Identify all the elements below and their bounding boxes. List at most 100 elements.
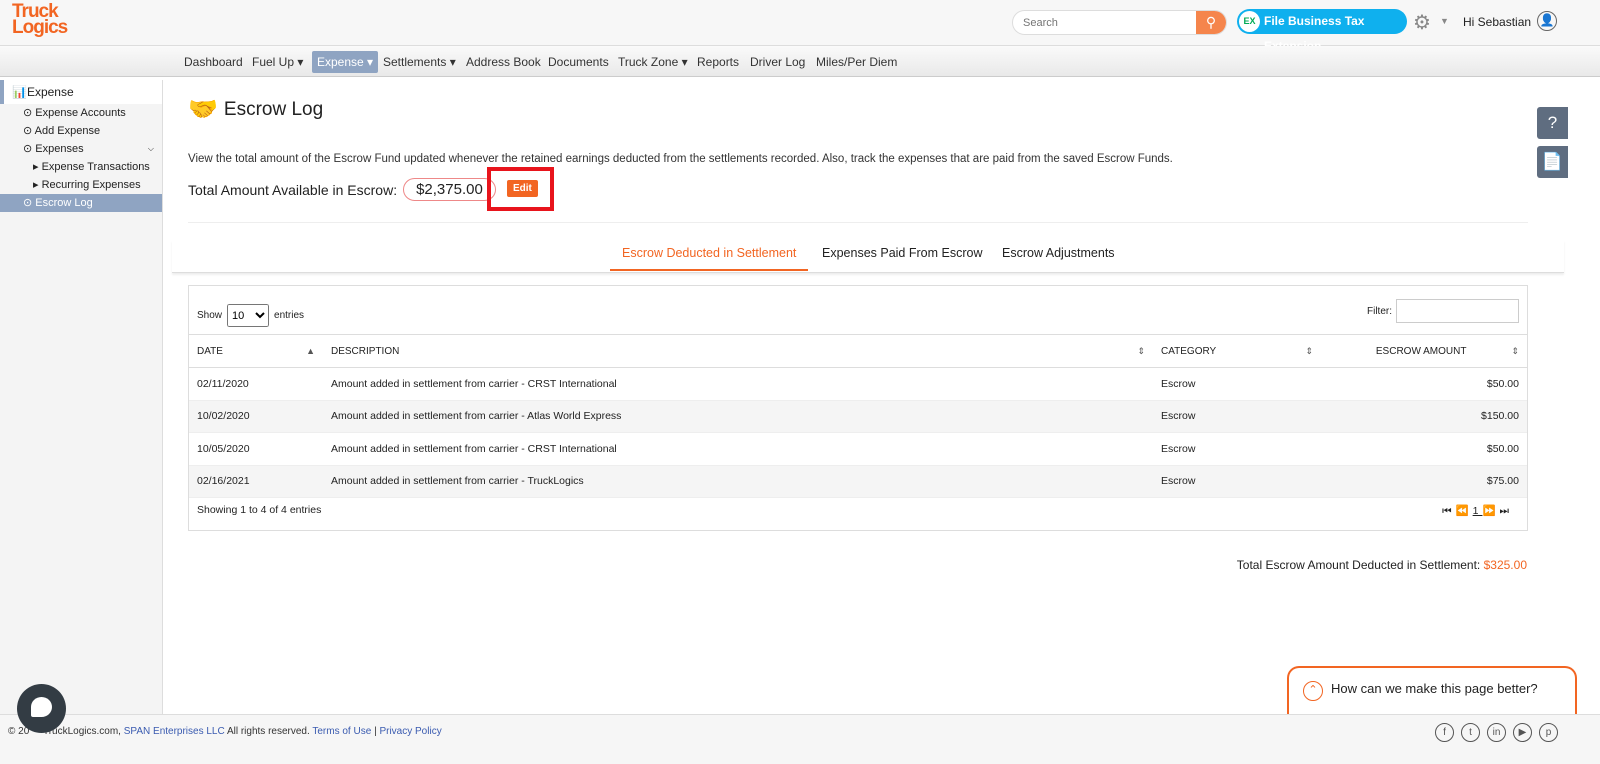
nav-truck-zone[interactable]: Truck Zone ▾ — [613, 51, 693, 73]
escrow-total: Total Amount Available in Escrow: $2,375.… — [188, 178, 496, 201]
nav-reports[interactable]: Reports — [692, 51, 744, 73]
table-row: 10/05/2020 Amount added in settlement fro… — [189, 433, 1527, 465]
nav-expense[interactable]: Expense ▾ — [312, 51, 379, 73]
chart-icon: 📊 — [12, 85, 27, 99]
help-icon[interactable]: ? — [1537, 107, 1568, 139]
nav-settlements[interactable]: Settlements ▾ — [378, 51, 461, 73]
sort-asc-icon: ▲ — [306, 345, 315, 356]
expressextension-icon: EX — [1239, 11, 1260, 32]
sidebar-item-expense-transactions[interactable]: ▸ Expense Transactions — [0, 158, 162, 176]
logo[interactable]: Truck Logics — [12, 2, 68, 37]
column-category[interactable]: CATEGORY ⇕ — [1153, 334, 1321, 368]
entries-select[interactable]: 10 — [227, 304, 270, 327]
footer: © 20 TruckLogics.com, SPAN Enterprises L… — [0, 714, 1600, 764]
gear-icon[interactable]: ⚙ — [1413, 10, 1431, 35]
total-deducted: Total Escrow Amount Deducted in Settleme… — [1236, 558, 1527, 572]
amount-cell: $50.00 — [1486, 442, 1519, 455]
main-nav: Dashboard Fuel Up ▾ Expense ▾ Settlement… — [0, 46, 1600, 77]
description-cell: Amount added in settlement from carrier … — [323, 400, 1153, 433]
table-info: Showing 1 to 4 of 4 entries — [197, 504, 322, 516]
sidebar-item-expenses[interactable]: ⊙ Expenses ⌵ — [0, 140, 162, 158]
column-description[interactable]: DESCRIPTION ⇕ — [323, 334, 1153, 368]
user-avatar-icon[interactable]: 👤 — [1537, 11, 1557, 31]
sort-icon: ⇕ — [1305, 345, 1313, 356]
escrow-table-panel: Show 10 entries Filter: DATE ▲ DESCRIPTION ⇕… — [188, 285, 1528, 531]
copyright: © 20 TruckLogics.com, SPAN Enterprises L… — [8, 726, 442, 737]
amount-cell: $75.00 — [1321, 465, 1527, 498]
amount-cell: $150.00 — [1321, 400, 1527, 433]
description-cell: Amount added in settlement from carrier … — [323, 465, 1153, 498]
sort-icon: ⇕ — [1511, 345, 1519, 356]
date-cell: 10/02/2020 — [189, 400, 323, 433]
table-row: 02/16/2021 Amount added in settlement fro… — [189, 465, 1527, 498]
terms-link[interactable]: Terms of Use — [312, 726, 371, 737]
amount-cell: $50.00 — [1486, 377, 1519, 390]
search-icon[interactable]: ⚲ — [1196, 11, 1226, 34]
nav-documents[interactable]: Documents — [543, 51, 614, 73]
facebook-icon[interactable]: f — [1435, 723, 1454, 742]
top-bar: TruckLogics ⚲ EXFile Business Tax Extens… — [0, 0, 1600, 53]
tabs: Escrow Deducted in Settlement Expenses P… — [172, 240, 1564, 273]
pagination: ⏮⏪1⏩⏭ — [1442, 504, 1513, 518]
first-page-icon[interactable]: ⏮ — [1442, 505, 1455, 517]
youtube-icon[interactable]: ▶ — [1513, 723, 1532, 742]
company-link[interactable]: SPAN Enterprises LLC — [124, 726, 225, 737]
page-title: 🤝 Escrow Log — [188, 96, 324, 123]
last-page-icon[interactable]: ⏭ — [1500, 505, 1513, 517]
edit-button[interactable]: Edit — [507, 180, 538, 197]
category-cell: Escrow — [1161, 377, 1196, 390]
document-history-icon[interactable]: 📄 — [1537, 146, 1568, 178]
chat-icon[interactable] — [17, 684, 66, 733]
chevron-down-icon: ⌵ — [147, 144, 154, 153]
escrow-handshake-icon: 🤝 — [188, 96, 218, 123]
description-cell: Amount added in settlement from carrier … — [331, 377, 617, 390]
sidebar-item-recurring-expenses[interactable]: ▸ Recurring Expenses — [0, 176, 162, 194]
page-description: View the total amount of the Escrow Fund… — [188, 153, 1173, 165]
column-escrow-amount[interactable]: ESCROW AMOUNT ⇕ — [1321, 334, 1527, 368]
chevron-up-icon: ⌃ — [1303, 681, 1323, 701]
date-cell: 02/11/2020 — [197, 377, 249, 390]
description-cell: Amount added in settlement from carrier … — [331, 442, 617, 455]
sort-icon: ⇕ — [1137, 345, 1145, 356]
sidebar-item-expense-accounts[interactable]: ⊙ Expense Accounts — [0, 104, 162, 122]
nav-dashboard[interactable]: Dashboard — [179, 51, 248, 73]
category-cell: Escrow — [1153, 465, 1321, 498]
table-row: 10/02/2020 Amount added in settlement fro… — [189, 400, 1527, 433]
tab-escrow-adjustments[interactable]: Escrow Adjustments — [1002, 246, 1115, 269]
twitter-icon[interactable]: t — [1461, 723, 1480, 742]
nav-fuel-up[interactable]: Fuel Up ▾ — [247, 51, 308, 73]
sidebar-item-escrow-log[interactable]: ⊙ Escrow Log — [0, 194, 162, 212]
date-cell: 10/05/2020 — [197, 442, 250, 455]
escrow-total-value: $2,375.00 — [403, 178, 496, 201]
sidebar-header[interactable]: 📊Expense — [0, 80, 162, 104]
privacy-link[interactable]: Privacy Policy — [379, 726, 441, 737]
feedback-widget[interactable]: ⌃ How can we make this page better? — [1287, 666, 1577, 714]
file-tax-extension-button[interactable]: EXFile Business Tax Extension — [1237, 9, 1407, 53]
nav-driver-log[interactable]: Driver Log — [745, 51, 810, 73]
prev-page-icon[interactable]: ⏪ — [1456, 505, 1473, 517]
user-greeting[interactable]: Hi Sebastian — [1463, 15, 1531, 29]
divider — [188, 222, 1528, 223]
entries-length: Show 10 entries — [197, 304, 304, 327]
sidebar: 📊Expense ⊙ Expense Accounts ⊙ Add Expens… — [0, 80, 163, 714]
filter-input[interactable] — [1396, 299, 1519, 323]
next-page-icon[interactable]: ⏩ — [1482, 505, 1499, 517]
category-cell: Escrow — [1153, 400, 1321, 433]
tab-expenses-paid[interactable]: Expenses Paid From Escrow — [822, 246, 982, 269]
nav-address-book[interactable]: Address Book — [461, 51, 546, 73]
caret-down-icon[interactable]: ▼ — [1440, 16, 1449, 26]
tab-escrow-deducted[interactable]: Escrow Deducted in Settlement — [610, 246, 809, 271]
table-row: 02/11/2020 Amount added in settlement fro… — [189, 368, 1527, 400]
filter: Filter: — [1367, 299, 1519, 323]
category-cell: Escrow — [1161, 442, 1196, 455]
date-cell: 02/16/2021 — [189, 465, 323, 498]
page-number[interactable]: 1 — [1473, 505, 1483, 517]
nav-miles-per-diem[interactable]: Miles/Per Diem — [811, 51, 902, 73]
linkedin-icon[interactable]: in — [1487, 723, 1506, 742]
search-box: ⚲ — [1012, 10, 1227, 35]
sidebar-item-add-expense[interactable]: ⊙ Add Expense — [0, 122, 162, 140]
search-input[interactable] — [1013, 11, 1193, 34]
escrow-table: DATE ▲ DESCRIPTION ⇕ CATEGORY ⇕ ESCROW AMOU… — [189, 334, 1527, 498]
column-date[interactable]: DATE ▲ — [189, 334, 323, 368]
pinterest-icon[interactable]: p — [1539, 723, 1558, 742]
